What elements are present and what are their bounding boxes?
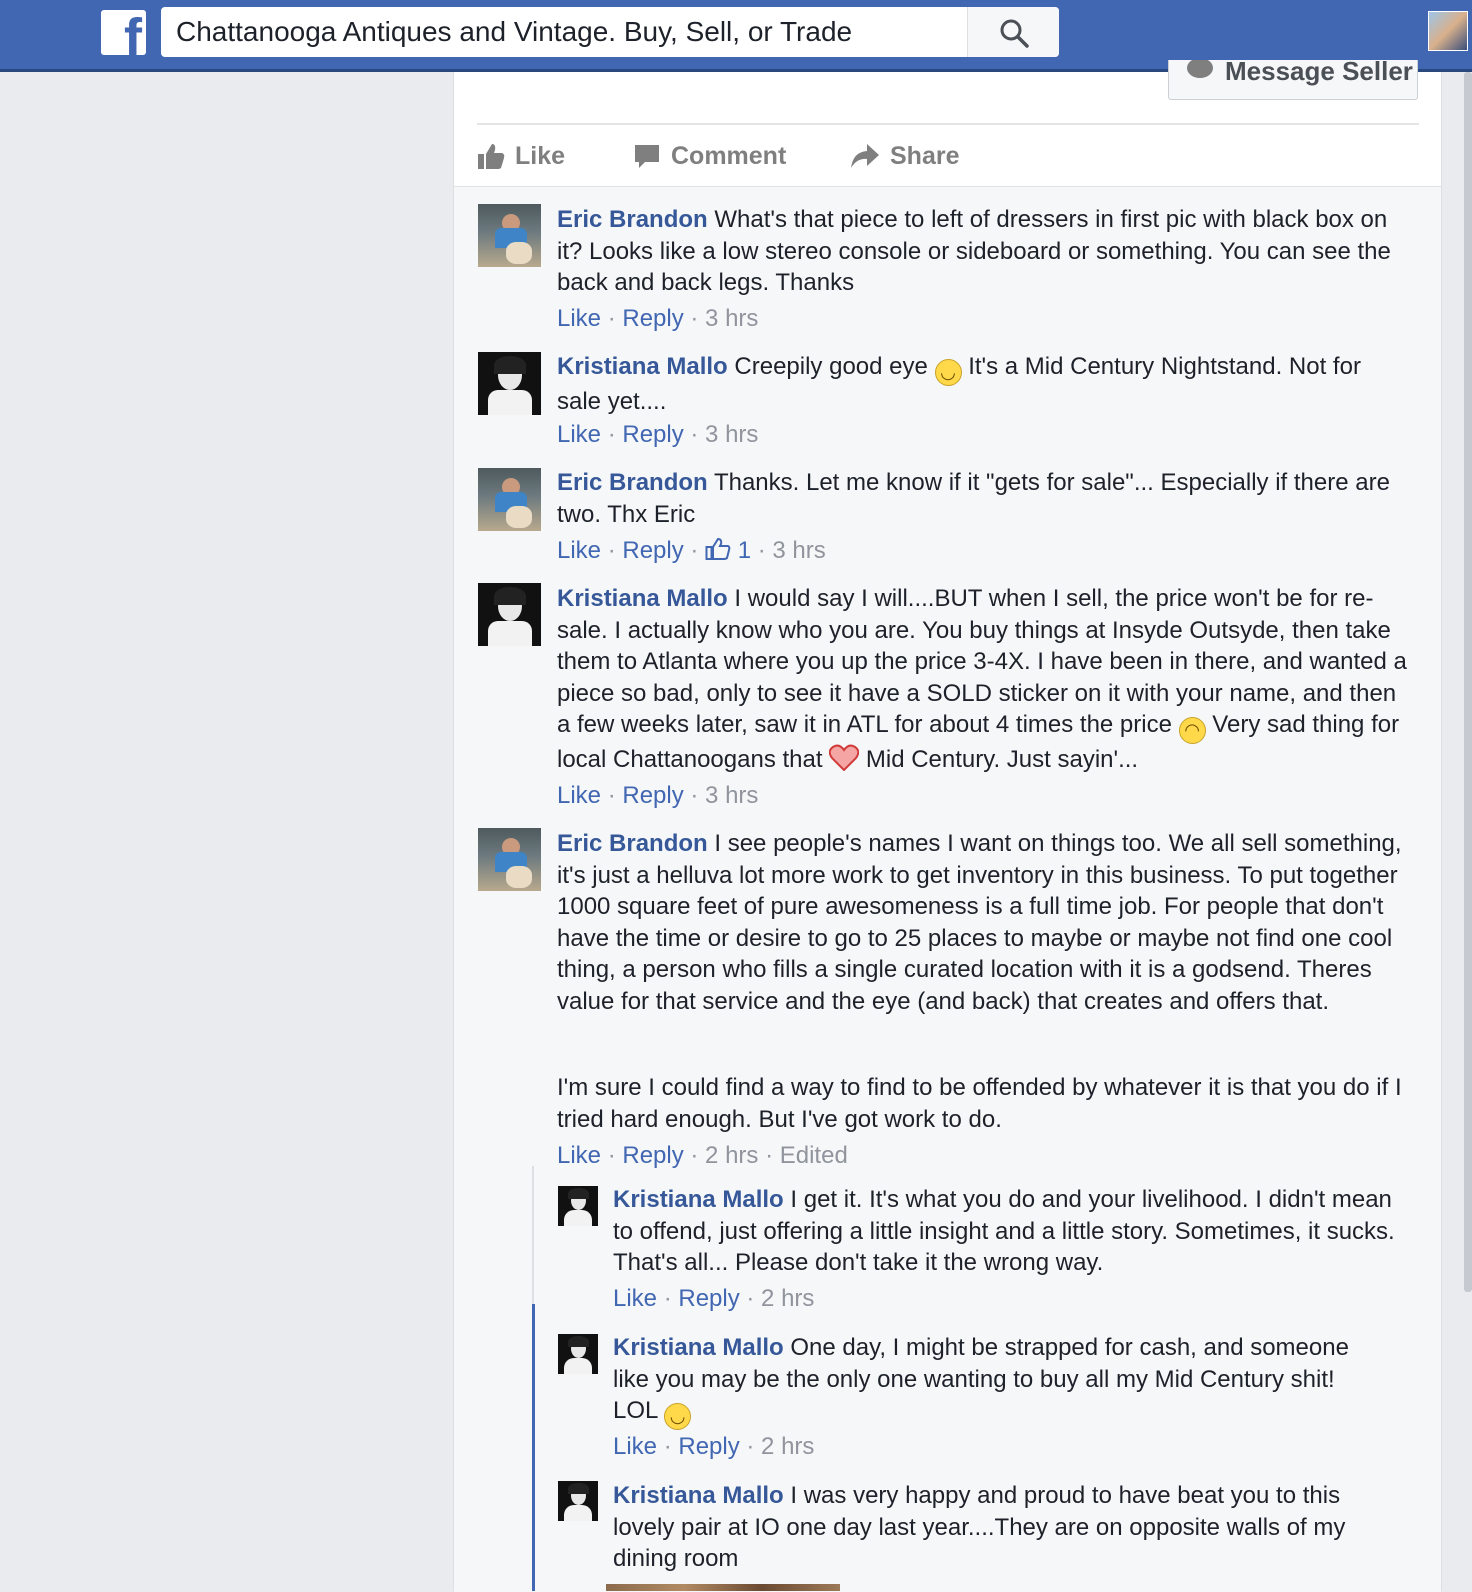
comment-reply-link[interactable]: Reply [622,1142,683,1169]
comment-meta: Like · Reply · 2 hrs · Edited [557,1142,848,1169]
avatar[interactable] [478,352,541,415]
comment-time[interactable]: 3 hrs [705,305,758,332]
comment-icon [635,145,659,168]
reply-time[interactable]: 2 hrs [761,1433,814,1460]
comment-like-link[interactable]: Like [557,782,601,809]
page-scrollbar[interactable] [1464,72,1472,1292]
share-icon [851,144,879,168]
message-seller-label: Message Seller [1225,60,1413,86]
edited-label[interactable]: Edited [780,1142,848,1169]
comment-time[interactable]: 3 hrs [772,537,825,564]
reply-like-link[interactable]: Like [613,1285,657,1312]
search-box [161,7,1059,57]
comment-author[interactable]: Eric Brandon [557,469,708,496]
comment-reply-link[interactable]: Reply [622,537,683,564]
reply-photo[interactable] [606,1584,840,1591]
comment-like-link[interactable]: Like [557,537,601,564]
comment-meta: Like · Reply · 3 hrs [557,305,759,332]
search-icon [1000,19,1029,48]
heart-icon [829,744,860,771]
comment-time[interactable]: 3 hrs [705,782,758,809]
comment-body: I'm sure I could find a way to find to b… [557,1074,1402,1133]
reply-author[interactable]: Kristiana Mallo [613,1334,784,1361]
comment-like-link[interactable]: Like [557,421,601,448]
comment-text: Eric Brandon What's that piece to left o… [557,204,1397,299]
comment-author[interactable]: Eric Brandon [557,830,708,857]
comment-text: Kristiana Mallo Creepily good eye ◡ It's… [557,351,1387,418]
reply-thread-highlight [532,1304,535,1591]
avatar[interactable] [478,828,541,891]
avatar[interactable] [478,204,541,267]
reply-meta: Like · Reply · 2 hrs [613,1433,815,1460]
reply-like-link[interactable]: Like [613,1433,657,1460]
avatar[interactable] [558,1186,598,1226]
comment-meta: Like · Reply · 1 · 3 hrs [557,537,826,564]
reply-text: Kristiana Mallo I was very happy and pro… [613,1480,1373,1575]
comment-text-paragraph-2: I'm sure I could find a way to find to b… [557,1072,1407,1135]
avatar[interactable] [478,468,541,531]
comment-author[interactable]: Kristiana Mallo [557,353,728,380]
message-seller-button[interactable]: Message Seller [1168,60,1418,100]
comment-body: I see people's names I want on things to… [557,830,1402,1015]
comment-reply-link[interactable]: Reply [622,421,683,448]
thumbs-up-icon [478,144,505,169]
profile-avatar[interactable] [1428,11,1468,51]
comment-like-link[interactable]: Like [557,1142,601,1169]
share-action-button[interactable]: Share [850,138,959,174]
messenger-icon [1187,60,1213,78]
comment-action-label: Comment [671,141,787,170]
divider [477,123,1419,125]
search-input[interactable] [161,7,966,57]
thumbs-up-outline-icon [705,537,731,560]
avatar[interactable] [478,583,541,646]
comment-text: Eric Brandon I see people's names I want… [557,828,1407,1017]
comment-reply-link[interactable]: Reply [622,782,683,809]
reply-reply-link[interactable]: Reply [678,1433,739,1460]
comment-meta: Like · Reply · 3 hrs [557,421,759,448]
comment-body: Mid Century. Just sayin'... [865,746,1139,773]
comment-like-link[interactable]: Like [557,305,601,332]
facebook-logo-icon[interactable]: f [101,10,146,55]
sad-emoji-icon: ◠ [1178,717,1206,744]
reply-text: Kristiana Mallo One day, I might be stra… [613,1332,1373,1430]
reply-meta: Like · Reply · 2 hrs [613,1285,815,1312]
comment-text: Eric Brandon Thanks. Let me know if it "… [557,467,1407,530]
reply-reply-link[interactable]: Reply [678,1285,739,1312]
smile-emoji-icon: ◡ [664,1403,692,1430]
reply-text: Kristiana Mallo I get it. It's what you … [613,1184,1403,1279]
comment-time[interactable]: 2 hrs [705,1142,758,1169]
comment-author[interactable]: Eric Brandon [557,206,708,233]
share-action-label: Share [890,141,960,170]
like-count-number: 1 [737,537,752,564]
comment-reply-link[interactable]: Reply [622,305,683,332]
reply-author[interactable]: Kristiana Mallo [613,1186,784,1213]
like-action-label: Like [515,141,566,170]
avatar[interactable] [558,1481,598,1521]
reply-time[interactable]: 2 hrs [761,1285,814,1312]
comment-author[interactable]: Kristiana Mallo [557,585,728,612]
comment-time[interactable]: 3 hrs [705,421,758,448]
like-count[interactable]: 1 [705,537,751,564]
comment-text: Kristiana Mallo I would say I will....BU… [557,583,1407,776]
like-action-button[interactable]: Like [477,138,565,174]
search-button[interactable] [967,7,1059,57]
reply-author[interactable]: Kristiana Mallo [613,1482,784,1509]
comment-action-button[interactable]: Comment [633,138,786,174]
smile-emoji-icon: ◡ [934,359,962,386]
avatar[interactable] [558,1334,598,1374]
comment-body: Creepily good eye [734,353,928,380]
comment-meta: Like · Reply · 3 hrs [557,782,759,809]
